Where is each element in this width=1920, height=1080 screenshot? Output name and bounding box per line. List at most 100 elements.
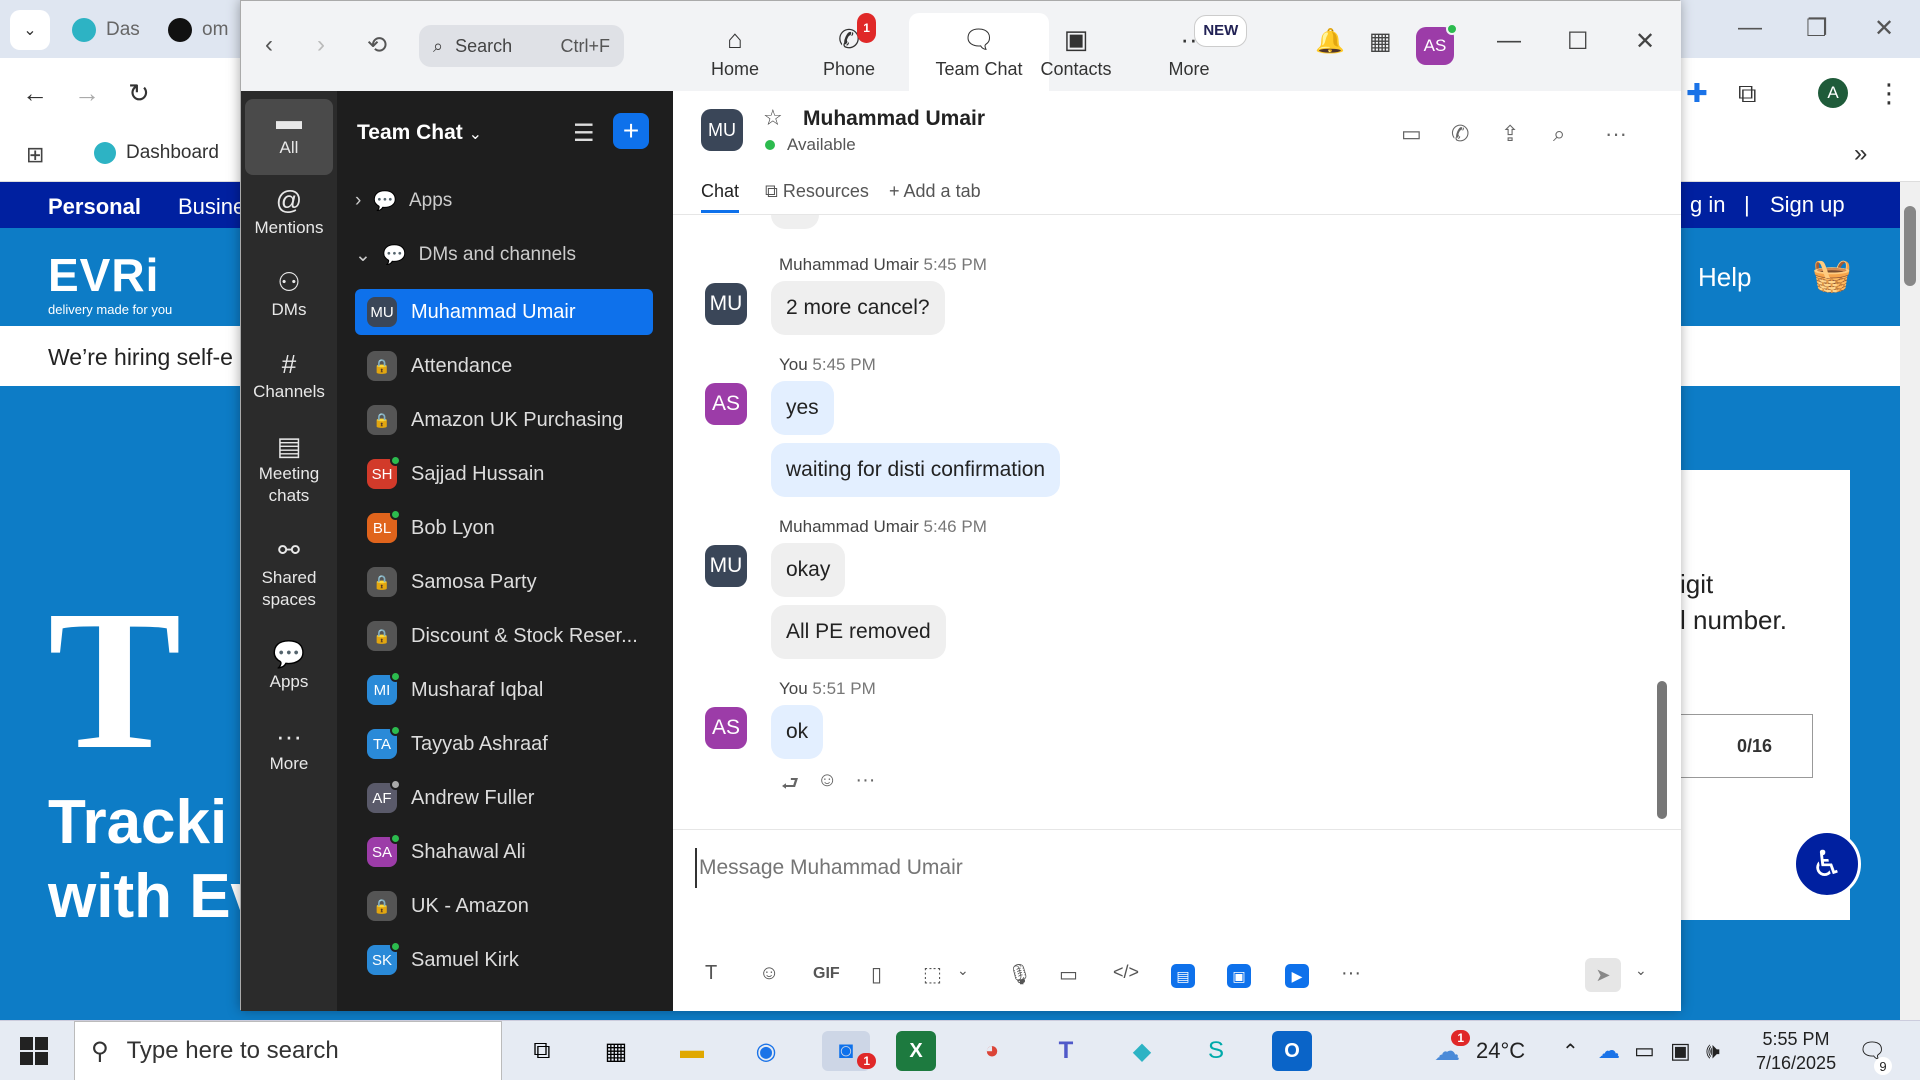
emoji-icon[interactable]: ☺ — [759, 962, 779, 985]
rail-more[interactable]: ··· More — [245, 723, 333, 775]
page-scrollbar[interactable] — [1900, 182, 1920, 1020]
search-input[interactable]: ⌕ Search Ctrl+F — [419, 25, 624, 67]
history-icon[interactable]: ⟲ — [367, 31, 387, 60]
avatar[interactable]: AS — [1416, 23, 1458, 65]
evri-logo[interactable]: EVRi delivery made for you — [48, 248, 172, 317]
network-icon[interactable]: ▣ — [1670, 1021, 1691, 1080]
message-input[interactable] — [695, 848, 1655, 888]
format-text-icon[interactable]: T — [705, 962, 717, 985]
chevron-down-icon[interactable]: ⌄ — [957, 962, 969, 979]
sidebar-item-samuel-kirk[interactable]: SK Samuel Kirk — [355, 937, 653, 983]
zoom-taskbar-icon[interactable]: ◙ 1 — [822, 1031, 876, 1071]
nav-login[interactable]: g in — [1690, 192, 1725, 218]
rail-apps[interactable]: 💬 Apps — [245, 641, 333, 693]
message-bubble[interactable]: yes — [771, 381, 834, 435]
excel-icon[interactable]: X — [896, 1031, 936, 1071]
scrollbar-thumb[interactable] — [1657, 681, 1667, 819]
task-view-icon[interactable]: ⧉ — [522, 1031, 562, 1071]
app-s-icon[interactable]: S — [1196, 1031, 1236, 1071]
reload-icon[interactable]: ↻ — [128, 78, 150, 109]
battery-icon[interactable]: ▭ — [1634, 1021, 1655, 1080]
new-chat-button[interactable]: + — [613, 113, 649, 149]
bell-icon[interactable]: 🔔 — [1315, 27, 1345, 56]
sidebar-item-muhammad-umair[interactable]: MU Muhammad Umair — [355, 289, 653, 335]
sidebar-item-amazon-uk-purchasing[interactable]: 🔒 Amazon UK Purchasing — [355, 397, 653, 443]
app-zoom-icon[interactable]: ▶ — [1285, 964, 1309, 988]
message-bubble[interactable]: waiting for disti confirmation — [771, 443, 1061, 497]
sidebar-item-discount-stock[interactable]: 🔒 Discount & Stock Reser... — [355, 613, 653, 659]
sidebar-item-andrew-fuller[interactable]: AF Andrew Fuller — [355, 775, 653, 821]
app-whiteboard-icon[interactable]: ▣ — [1227, 964, 1251, 988]
minimize-icon[interactable]: — — [1738, 14, 1762, 42]
scrollbar-thumb[interactable] — [1904, 206, 1916, 286]
rail-meeting-chats[interactable]: ▤ Meeting chats — [249, 433, 329, 507]
browser-tab-2[interactable]: om — [168, 16, 228, 44]
tab-phone[interactable]: ✆ 1 Phone — [779, 12, 919, 91]
sidebar-item-uk-amazon[interactable]: 🔒 UK - Amazon — [355, 883, 653, 929]
chevron-down-icon[interactable]: ⌄ — [1635, 962, 1647, 979]
code-icon[interactable]: </> — [1113, 962, 1139, 983]
app-docs-icon[interactable]: ▤ — [1171, 964, 1195, 988]
browser-tab-1[interactable]: Das — [72, 16, 140, 44]
message-bubble[interactable]: All PE removed — [771, 605, 946, 659]
add-reaction-icon[interactable]: ☺ — [817, 769, 837, 803]
volume-icon[interactable]: 🕪 — [1706, 1021, 1720, 1080]
more-icon[interactable]: ··· — [855, 769, 875, 803]
file-icon[interactable]: ▯ — [871, 962, 882, 987]
sidebar-item-shahawal-ali[interactable]: SA Shahawal Ali — [355, 829, 653, 875]
back-icon[interactable]: ‹ — [265, 31, 273, 59]
profile-avatar[interactable]: A — [1818, 78, 1848, 108]
phone-icon[interactable]: ✆ — [1451, 121, 1469, 147]
extension-icon[interactable]: ✚ — [1686, 78, 1708, 109]
more-icon[interactable]: ··· — [1605, 121, 1627, 147]
forward-icon[interactable]: → — [74, 78, 100, 109]
sidebar-item-tayyab-ashraaf[interactable]: TA Tayyab Ashraaf — [355, 721, 653, 767]
video-icon[interactable]: ▭ — [1401, 121, 1422, 147]
tab-chat[interactable]: Chat — [701, 181, 740, 213]
nav-signup[interactable]: Sign up — [1770, 192, 1845, 218]
gif-button[interactable]: GIF — [813, 965, 840, 983]
rail-channels[interactable]: # Channels — [245, 351, 333, 403]
star-icon[interactable]: ☆ — [763, 105, 783, 131]
nav-personal[interactable]: Personal — [48, 194, 141, 220]
chrome-icon[interactable]: ◕ — [972, 1031, 1012, 1071]
bookmark-dashboard[interactable]: Dashboard — [94, 142, 219, 164]
avatar[interactable]: MU — [705, 283, 747, 325]
send-button[interactable]: ➤ — [1585, 958, 1621, 992]
nav-business[interactable]: Busine — [178, 194, 245, 220]
notifications-icon[interactable]: 🗨 9 — [1858, 1021, 1892, 1080]
taskbar-search[interactable]: ⚲ Type here to search — [74, 1021, 502, 1080]
avatar[interactable]: AS — [705, 383, 747, 425]
forward-icon[interactable]: › — [317, 31, 325, 59]
outlook-icon[interactable]: O — [1272, 1031, 1312, 1071]
tab-resources[interactable]: ⧉ Resources — [765, 181, 869, 202]
reply-icon[interactable]: ⮐ — [781, 769, 799, 803]
chevron-up-icon[interactable]: ⌃ — [1562, 1021, 1579, 1080]
more-icon[interactable]: ··· — [1341, 962, 1361, 985]
tab-list-button[interactable]: ⌄ — [10, 10, 50, 50]
minimize-icon[interactable]: — — [1497, 27, 1521, 55]
windows-start-icon[interactable] — [20, 1037, 48, 1065]
tab-add[interactable]: + Add a tab — [889, 181, 981, 202]
restore-icon[interactable]: ❐ — [1806, 14, 1828, 43]
close-icon[interactable]: ✕ — [1874, 14, 1894, 43]
message-bubble[interactable]: okay — [771, 543, 846, 597]
apps-grid-icon[interactable]: ⊞ — [26, 142, 44, 168]
sidebar-item-bob-lyon[interactable]: BL Bob Lyon — [355, 505, 653, 551]
avatar[interactable]: MU — [701, 109, 743, 151]
rail-shared-spaces[interactable]: ⚯ Shared spaces — [249, 537, 329, 611]
menu-kebab-icon[interactable]: ⋮ — [1876, 78, 1902, 109]
onedrive-icon[interactable]: ☁ — [1598, 1021, 1620, 1080]
edge-icon[interactable]: ◉ — [746, 1031, 786, 1071]
sidebar-item-samosa-party[interactable]: 🔒 Samosa Party — [355, 559, 653, 605]
message-bubble[interactable]: ok — [771, 705, 824, 759]
share-screen-icon[interactable]: ⇪ — [1501, 121, 1519, 147]
rail-all[interactable]: ▬ All — [245, 99, 333, 175]
back-icon[interactable]: ← — [22, 78, 48, 109]
section-apps[interactable]: › 💬 Apps — [355, 189, 452, 213]
avatar[interactable]: MU — [705, 545, 747, 587]
close-icon[interactable]: ✕ — [1635, 27, 1655, 56]
filter-icon[interactable]: ☰ — [573, 119, 595, 148]
video-message-icon[interactable]: ▭ — [1059, 962, 1078, 987]
chat-title[interactable]: Muhammad Umair — [803, 107, 985, 131]
